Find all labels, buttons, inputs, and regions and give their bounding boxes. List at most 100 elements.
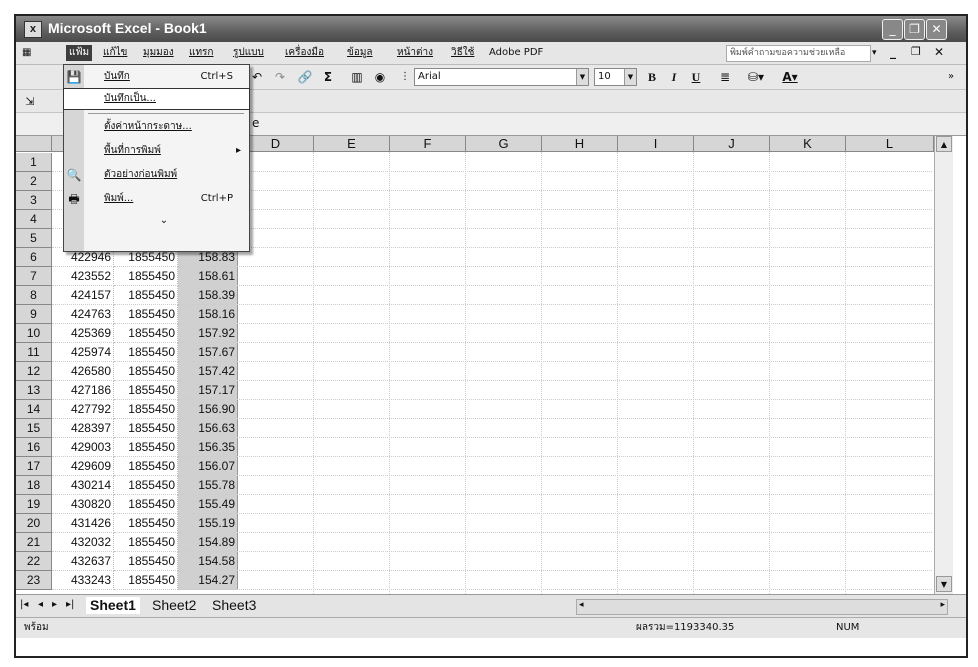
column-header-f[interactable]: F (390, 136, 466, 152)
font-color-icon[interactable]: A▾ (776, 68, 804, 86)
row-header[interactable]: 13 (16, 381, 52, 400)
cell-b[interactable]: 1855450 (114, 343, 178, 362)
cell-b[interactable]: 1855450 (114, 514, 178, 533)
minimize-button[interactable]: _ (882, 19, 903, 40)
row-header[interactable]: 6 (16, 248, 52, 267)
underline-button[interactable]: U (688, 68, 704, 86)
scroll-left-icon[interactable]: ◂ (579, 600, 584, 610)
cell-a[interactable]: 433243 (52, 571, 114, 590)
vertical-scrollbar[interactable]: ▲ ▼ (934, 136, 953, 594)
toolbar-options-icon[interactable]: » (946, 68, 956, 86)
row-header[interactable]: 9 (16, 305, 52, 324)
cell-c[interactable]: 156.35 (178, 438, 238, 457)
pdf-convert-icon[interactable]: ⇲ (22, 93, 38, 111)
chart-wizard-icon[interactable]: ▥ (348, 68, 366, 86)
cell-c[interactable]: 156.90 (178, 400, 238, 419)
column-header-j[interactable]: J (694, 136, 770, 152)
cell-b[interactable]: 1855450 (114, 324, 178, 343)
menu-help[interactable]: วิธีใช้ (448, 45, 477, 61)
cell-c[interactable]: 157.17 (178, 381, 238, 400)
row-header[interactable]: 12 (16, 362, 52, 381)
cell-b[interactable]: 1855450 (114, 267, 178, 286)
cell-c[interactable]: 156.63 (178, 419, 238, 438)
cell-b[interactable]: 1855450 (114, 400, 178, 419)
column-header-e[interactable]: E (314, 136, 390, 152)
help-dropdown-icon[interactable]: ▾ (872, 44, 877, 62)
prev-sheet-icon[interactable]: ◂ (38, 599, 43, 610)
column-header-h[interactable]: H (542, 136, 618, 152)
cell-c[interactable]: 154.58 (178, 552, 238, 571)
autosum-icon[interactable]: Σ (319, 68, 337, 86)
row-header[interactable]: 22 (16, 552, 52, 571)
next-sheet-icon[interactable]: ▸ (52, 599, 57, 610)
row-header[interactable]: 18 (16, 476, 52, 495)
help-search-input[interactable]: พิมพ์คำถามขอความช่วยเหลือ (726, 45, 871, 62)
font-name-select[interactable]: Arial ▼ (414, 68, 589, 86)
excel-icon[interactable]: X (24, 21, 42, 38)
cell-c[interactable]: 157.92 (178, 324, 238, 343)
menu-data[interactable]: ข้อมูล (344, 45, 376, 61)
hyperlink-icon[interactable]: 🔗 (296, 68, 314, 86)
cell-a[interactable]: 424157 (52, 286, 114, 305)
tab-sheet2[interactable]: Sheet2 (148, 597, 200, 614)
tab-sheet1[interactable]: Sheet1 (86, 597, 140, 614)
redo-icon[interactable]: ↷ (271, 68, 289, 86)
cell-a[interactable]: 423552 (52, 267, 114, 286)
row-header[interactable]: 19 (16, 495, 52, 514)
cell-a[interactable]: 431426 (52, 514, 114, 533)
first-sheet-icon[interactable]: |◂ (20, 599, 28, 610)
italic-button[interactable]: I (666, 68, 682, 86)
menu-print[interactable]: 🖶 พิมพ์... Ctrl+P (64, 189, 249, 209)
row-header[interactable]: 11 (16, 343, 52, 362)
menu-print-preview[interactable]: 🔍 ตัวอย่างก่อนพิมพ์ (64, 165, 249, 185)
column-header-g[interactable]: G (466, 136, 542, 152)
menu-save[interactable]: 💾 บันทึก Ctrl+S (64, 67, 249, 87)
cell-a[interactable]: 432032 (52, 533, 114, 552)
scroll-down-icon[interactable]: ▼ (936, 576, 952, 592)
cell-a[interactable]: 432637 (52, 552, 114, 571)
menu-tools[interactable]: เครื่องมือ (282, 45, 327, 61)
cell-b[interactable]: 1855450 (114, 457, 178, 476)
cell-c[interactable]: 156.07 (178, 457, 238, 476)
row-header[interactable]: 21 (16, 533, 52, 552)
cell-b[interactable]: 1855450 (114, 305, 178, 324)
menu-view[interactable]: มุมมอง (140, 45, 177, 61)
cell-b[interactable]: 1855450 (114, 286, 178, 305)
column-header-i[interactable]: I (618, 136, 694, 152)
font-size-select[interactable]: 10 ▼ (594, 68, 637, 86)
cell-b[interactable]: 1855450 (114, 495, 178, 514)
cell-c[interactable]: 154.89 (178, 533, 238, 552)
cell-a[interactable]: 427792 (52, 400, 114, 419)
cell-a[interactable]: 427186 (52, 381, 114, 400)
cell-c[interactable]: 155.19 (178, 514, 238, 533)
row-header[interactable]: 14 (16, 400, 52, 419)
cell-c[interactable]: 155.78 (178, 476, 238, 495)
align-center-icon[interactable]: ≣ (716, 68, 734, 86)
menu-window[interactable]: หน้าต่าง (394, 45, 436, 61)
horizontal-scrollbar[interactable]: ◂ ▸ (576, 599, 948, 615)
cell-a[interactable]: 424763 (52, 305, 114, 324)
undo-icon[interactable]: ↶ (248, 68, 266, 86)
menu-file[interactable]: แฟ้ม (66, 45, 93, 61)
cell-b[interactable]: 1855450 (114, 419, 178, 438)
menu-format[interactable]: รูปแบบ (230, 45, 267, 61)
cell-a[interactable]: 428397 (52, 419, 114, 438)
select-all-corner[interactable] (16, 136, 52, 152)
row-header[interactable]: 5 (16, 229, 52, 248)
menu-page-setup[interactable]: ตั้งค่าหน้ากระดาษ... (64, 117, 249, 137)
cell-a[interactable]: 429003 (52, 438, 114, 457)
scroll-right-icon[interactable]: ▸ (940, 600, 945, 610)
scroll-up-icon[interactable]: ▲ (936, 136, 952, 152)
last-sheet-icon[interactable]: ▸| (66, 599, 74, 610)
doc-close-icon[interactable]: ✕ (934, 43, 944, 61)
cell-c[interactable]: 158.16 (178, 305, 238, 324)
column-header-l[interactable]: L (846, 136, 934, 152)
cell-c[interactable]: 154.27 (178, 571, 238, 590)
cell-b[interactable]: 1855450 (114, 438, 178, 457)
maximize-button[interactable]: ❐ (904, 19, 925, 40)
cell-c[interactable]: 155.49 (178, 495, 238, 514)
cell-c[interactable]: 157.67 (178, 343, 238, 362)
menu-print-area[interactable]: พื้นที่การพิมพ์ ▸ (64, 141, 249, 161)
title-bar[interactable]: X Microsoft Excel - Book1 _ ❐ ✕ (16, 16, 966, 42)
menu-save-as[interactable]: บันทึกเป็น... (63, 88, 250, 110)
